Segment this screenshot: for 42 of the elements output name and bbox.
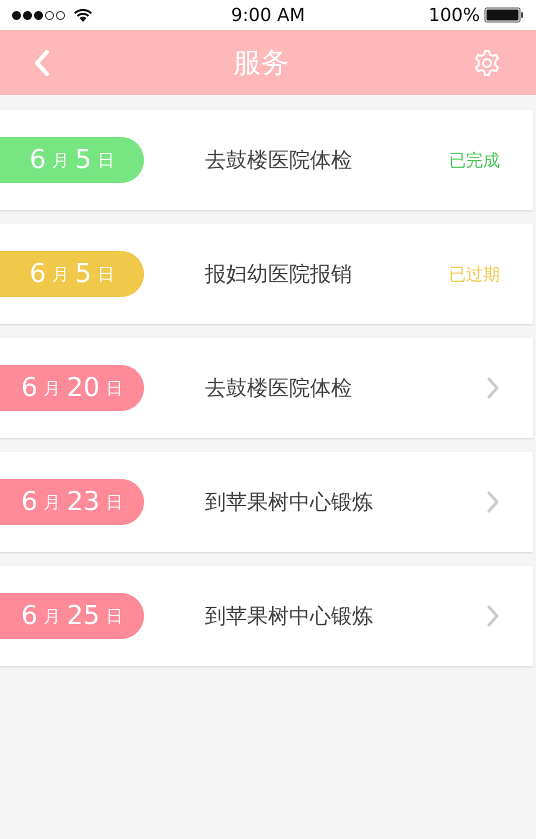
day-number: 5 (75, 259, 92, 289)
month-number: 6 (29, 145, 46, 175)
service-title: 到苹果树中心锻炼 (205, 603, 374, 630)
month-unit: 月 (52, 264, 69, 286)
service-card[interactable]: 6 月 5 日 报妇幼医院报销 已过期 (0, 224, 533, 324)
service-card[interactable]: 6 月 25 日 到苹果树中心锻炼 (0, 566, 533, 666)
day-number: 5 (75, 145, 92, 175)
day-unit: 日 (106, 378, 123, 400)
month-unit: 月 (44, 606, 61, 628)
month-number: 6 (21, 601, 38, 631)
battery-icon (484, 7, 524, 23)
day-unit: 日 (98, 264, 115, 286)
month-unit: 月 (44, 378, 61, 400)
chevron-icon (487, 605, 499, 627)
month-number: 6 (21, 373, 38, 403)
status-label: 已完成 (449, 150, 500, 172)
day-number: 25 (66, 601, 100, 631)
day-number: 23 (66, 487, 100, 517)
settings-icon (472, 48, 502, 78)
page-title: 服务 (233, 44, 289, 80)
service-card[interactable]: 6 月 20 日 去鼓楼医院体检 (0, 338, 533, 438)
month-unit: 月 (52, 150, 69, 172)
status-label: 已过期 (449, 264, 500, 286)
service-title: 报妇幼医院报销 (205, 261, 353, 288)
service-title: 到苹果树中心锻炼 (205, 489, 374, 516)
month-number: 6 (21, 487, 38, 517)
day-unit: 日 (106, 492, 123, 514)
service-card[interactable]: 6 月 23 日 到苹果树中心锻炼 (0, 452, 533, 552)
month-unit: 月 (44, 492, 61, 514)
back-icon (34, 48, 50, 76)
wifi-icon (73, 8, 93, 22)
service-card[interactable]: 6 月 5 日 去鼓楼医院体检 已完成 (0, 110, 533, 210)
day-number: 20 (66, 373, 100, 403)
day-unit: 日 (106, 606, 123, 628)
chevron-icon (487, 377, 499, 399)
chevron-icon (487, 491, 499, 513)
battery-percent: 100% (428, 4, 480, 26)
month-number: 6 (29, 259, 46, 289)
day-unit: 日 (98, 150, 115, 172)
service-title: 去鼓楼医院体检 (205, 375, 353, 402)
clock-time: 9:00 AM (231, 4, 305, 26)
service-title: 去鼓楼医院体检 (205, 147, 353, 174)
